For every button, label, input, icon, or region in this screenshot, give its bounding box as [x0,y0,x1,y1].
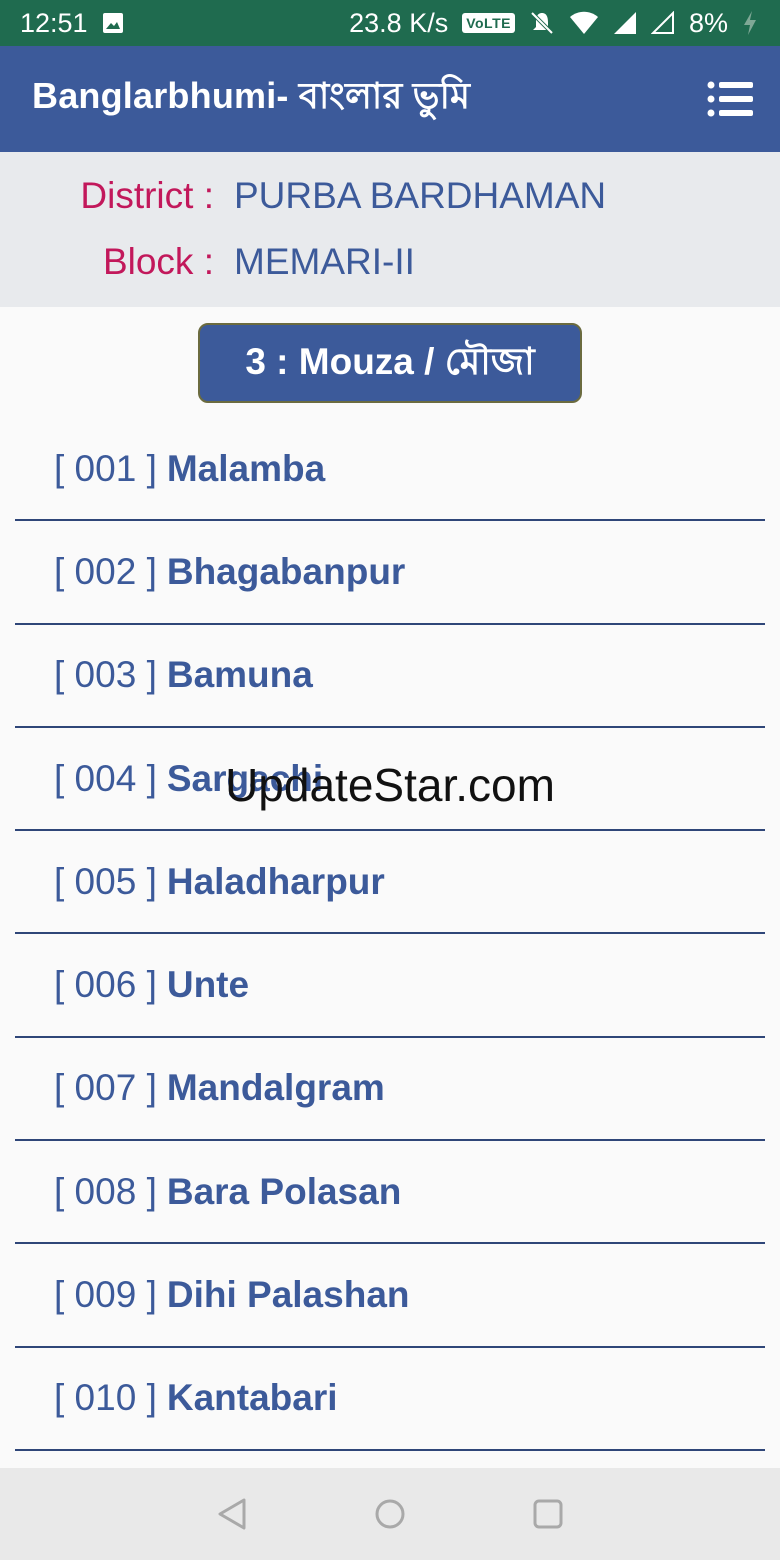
mouza-code: [ 008 ] [54,1170,157,1212]
net-speed: 23.8 K/s [349,7,449,38]
mouza-name: Haladharpur [166,860,385,902]
app-title: Banglarbhumi- বাংলার ভুমি [32,75,471,116]
status-time: 12:51 [20,7,88,38]
list-item[interactable]: [ 007 ] Mandalgram [15,1038,765,1142]
mouza-code: [ 010 ] [54,1377,157,1419]
list-item[interactable]: [ 004 ] Sargachi [15,728,765,832]
charging-icon [742,10,758,36]
mouza-list: [ 001 ] Malamba [ 002 ] Bhagabanpur [ 00… [15,418,765,1451]
wifi-icon [569,11,599,35]
mute-icon [529,10,555,36]
mouza-name: Mandalgram [166,1067,385,1109]
signal-icon [613,11,637,35]
mouza-code: [ 004 ] [54,757,157,799]
list-menu-icon [707,81,753,117]
mouza-name: Dihi Palashan [166,1274,410,1316]
block-value: MEMARI-II [234,241,415,282]
mouza-name: Malamba [166,447,326,489]
image-icon [102,12,124,34]
mouza-name: Sargachi [166,757,324,799]
menu-button[interactable] [706,79,754,119]
volte-badge: VoLTE [462,13,515,33]
district-label: District : [80,175,214,216]
mouza-name: Bamuna [166,654,313,696]
signal-empty-icon [650,11,675,35]
mouza-name: Unte [166,964,250,1006]
list-item[interactable]: [ 010 ] Kantabari [15,1348,765,1451]
list-item[interactable]: [ 008 ] Bara Polasan [15,1141,765,1245]
recents-icon [533,1499,563,1529]
status-bar: 12:51 23.8 K/s VoLTE 8% [0,0,780,46]
district-value: PURBA BARDHAMAN [234,175,607,216]
list-item[interactable]: [ 003 ] Bamuna [15,625,765,728]
recents-button[interactable] [528,1494,568,1534]
back-icon [218,1498,246,1530]
mouza-name: Bara Polasan [166,1170,402,1212]
list-item[interactable]: [ 009 ] Dihi Palashan [15,1244,765,1348]
battery-percent: 8% [688,7,728,38]
block-label: Block : [102,241,214,282]
district-row: District : PURBA BARDHAMAN [0,166,780,226]
home-button[interactable] [370,1494,410,1534]
status-left: 12:51 [20,8,124,39]
mouza-code: [ 006 ] [54,964,157,1006]
status-right: 23.8 K/s VoLTE 8% [349,8,758,39]
mouza-code: [ 003 ] [54,654,157,696]
list-item[interactable]: [ 006 ] Unte [15,934,765,1038]
mouza-section-button[interactable]: 3 : Mouza / মৌজা [198,323,582,403]
mouza-name: Kantabari [166,1377,338,1419]
list-item[interactable]: [ 002 ] Bhagabanpur [15,521,765,625]
home-icon [375,1499,405,1529]
back-button[interactable] [212,1494,252,1534]
list-item[interactable]: [ 005 ] Haladharpur [15,831,765,935]
mouza-code: [ 009 ] [54,1274,157,1316]
mouza-code: [ 001 ] [54,447,157,489]
mouza-name: Bhagabanpur [166,550,406,592]
mouza-code: [ 002 ] [54,550,157,592]
app-bar: Banglarbhumi- বাংলার ভুমি [0,46,780,152]
navigation-bar [0,1468,780,1560]
list-item[interactable]: [ 001 ] Malamba [15,418,765,522]
mouza-code: [ 007 ] [54,1067,157,1109]
block-row: Block : MEMARI-II [0,232,780,292]
location-info-panel: District : PURBA BARDHAMAN Block : MEMAR… [0,152,780,307]
mouza-code: [ 005 ] [54,860,157,902]
